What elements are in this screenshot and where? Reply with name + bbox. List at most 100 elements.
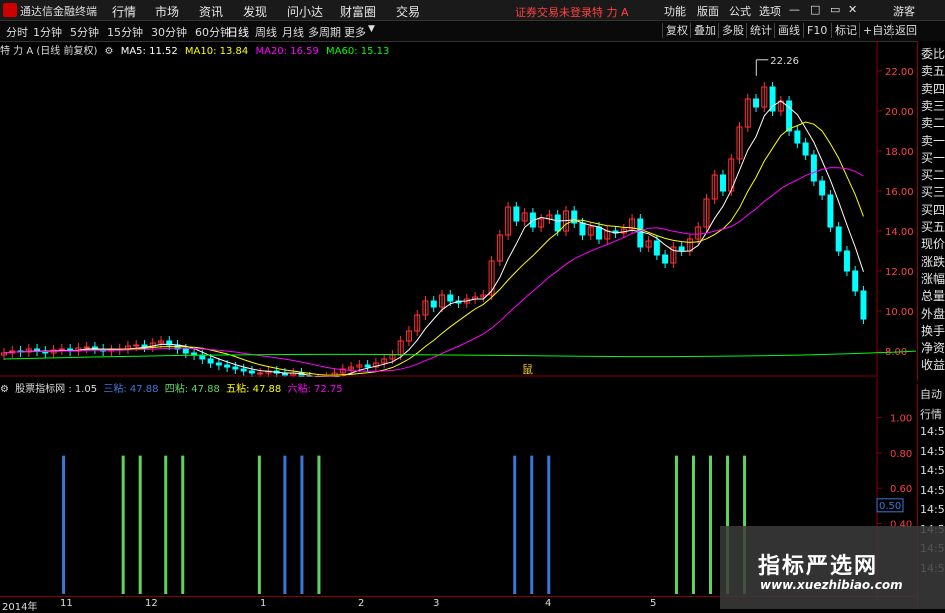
candle-body xyxy=(224,364,231,368)
menu-news[interactable]: 资讯 xyxy=(199,3,223,20)
watermark-title: 指标严选网 xyxy=(758,554,879,579)
candle-body xyxy=(430,300,437,308)
x-label: 5 xyxy=(650,598,657,609)
indicator-s6-label: 六粘: 72.75 xyxy=(287,384,343,395)
ma10-line xyxy=(3,121,864,376)
indicator-tick-label: 0.80 xyxy=(890,449,912,460)
menu-market-quotes[interactable]: 行情 xyxy=(112,3,136,20)
period-daily[interactable]: 日线 xyxy=(227,24,249,40)
menu-layout[interactable]: 版面 xyxy=(697,3,719,19)
candle-body xyxy=(232,366,239,370)
menu-trade[interactable]: 交易 xyxy=(396,3,420,20)
value-cursor-label: 0.50 xyxy=(879,501,901,512)
period-15min[interactable]: 15分钟 xyxy=(107,24,143,40)
candle-body xyxy=(257,372,264,375)
candle-body xyxy=(794,130,801,144)
ma10-label: MA10: 13.84 xyxy=(184,46,249,57)
signal-bar xyxy=(62,455,66,594)
stock-info-label: 特 力 A (日线 前复权) xyxy=(0,46,98,57)
candle-body xyxy=(653,240,660,256)
menu-discover[interactable]: 发现 xyxy=(243,3,267,20)
quote-field-label: 现价 xyxy=(921,237,945,252)
menu-function[interactable]: 功能 xyxy=(664,3,686,19)
toolbar-back[interactable]: 返回 xyxy=(891,23,920,38)
candle-body xyxy=(835,226,842,252)
candle-body xyxy=(810,154,817,182)
period-more[interactable]: 更多 xyxy=(344,24,366,40)
price-tick-label: 14.00 xyxy=(885,227,914,238)
signal-bar xyxy=(547,455,551,594)
minimize-icon[interactable]: — xyxy=(789,3,800,16)
toolbar-f10[interactable]: F10 xyxy=(803,23,830,38)
quote-field-label: 收益 xyxy=(921,358,945,373)
candle-body xyxy=(215,362,222,366)
candle-body xyxy=(83,346,90,349)
x-label: 12 xyxy=(145,598,158,609)
maximize-icon[interactable]: ▭ xyxy=(830,3,840,16)
indicator-tick-label: 1.00 xyxy=(890,414,912,425)
indicator-tick-label: 0.60 xyxy=(890,484,912,495)
candle-body xyxy=(662,254,669,264)
period-multi[interactable]: 多周期 xyxy=(308,24,341,40)
tick-field-label: 14:50 xyxy=(920,425,945,438)
period-weekly[interactable]: 周线 xyxy=(255,24,277,40)
menu-wealth[interactable]: 财富圈 xyxy=(340,3,376,20)
period-1min[interactable]: 1分钟 xyxy=(33,24,62,40)
candle-body xyxy=(678,246,685,252)
quote-field-label: 总量 xyxy=(921,289,945,304)
menu-options[interactable]: 选项 xyxy=(759,3,781,19)
app-title: 通达信金融终端 xyxy=(20,5,97,18)
guest-button[interactable]: 游客 xyxy=(893,3,915,19)
candle-body xyxy=(852,270,859,292)
price-tick-label: 20.00 xyxy=(885,107,914,118)
toolbar-restore-rights[interactable]: 复权 xyxy=(662,23,691,38)
candle-body xyxy=(58,348,65,351)
toolbar-multi-stock[interactable]: 多股 xyxy=(718,23,747,38)
signal-bar xyxy=(513,455,517,594)
toolbar-draw[interactable]: 画线 xyxy=(774,23,803,38)
more-dropdown-icon[interactable]: ▼ xyxy=(368,24,375,34)
signal-bar xyxy=(164,455,168,594)
ma60-line xyxy=(3,350,916,360)
candle-body xyxy=(827,194,834,228)
price-chart[interactable]: 22.0020.0018.0016.0014.0012.0010.008.002… xyxy=(0,41,916,377)
quote-field-label: 净资 xyxy=(921,341,945,356)
settings-icon[interactable]: ⚙ xyxy=(105,46,114,57)
candle-body xyxy=(819,180,826,196)
signal-bar xyxy=(257,455,261,594)
login-warning[interactable]: 证券交易未登录 xyxy=(515,4,592,20)
quote-side-panel: 委比 卖五 卖四 卖三 卖二 卖一 买一 买二 买三 买四 买五 现价 涨跌 涨幅 总量 外盘 换手 净资 收益 xyxy=(917,41,945,381)
price-tick-label: 12.00 xyxy=(885,267,914,278)
x-label: 2 xyxy=(358,598,365,609)
toolbar-overlay[interactable]: 叠加 xyxy=(690,23,719,38)
toolbar-mark[interactable]: 标记 xyxy=(831,23,860,38)
period-toolbar: 分时 1分钟 5分钟 15分钟 30分钟 60分钟 日线 周线 月线 多周期 更… xyxy=(0,21,945,42)
signal-bar xyxy=(709,455,713,594)
quote-field-label: 买三 xyxy=(921,185,945,200)
period-monthly[interactable]: 月线 xyxy=(282,24,304,40)
menu-ask[interactable]: 问小达 xyxy=(287,3,323,20)
candle-body xyxy=(719,174,726,192)
menu-market[interactable]: 市场 xyxy=(155,3,179,20)
toolbar-stats[interactable]: 统计 xyxy=(746,23,775,38)
quote-field-label: 换手 xyxy=(921,323,945,338)
candle-body xyxy=(554,214,561,232)
signal-bar xyxy=(181,455,185,594)
tick-field-label: 行情 xyxy=(920,407,942,421)
period-5min[interactable]: 5分钟 xyxy=(70,24,99,40)
close-icon[interactable]: ✕ xyxy=(848,3,857,16)
candle-body xyxy=(513,206,520,222)
tick-field-label: 14:50 xyxy=(920,483,945,497)
period-60min[interactable]: 60分钟 xyxy=(195,24,231,40)
quote-field-label: 卖二 xyxy=(921,116,945,131)
menu-formula[interactable]: 公式 xyxy=(729,3,751,19)
indicator-settings-icon[interactable]: ⚙ xyxy=(0,384,9,395)
event-marker: 鼠 xyxy=(522,362,533,376)
menu-bar: 通达信金融终端 行情 市场 资讯 发现 问小达 财富圈 交易 证券交易未登录 特… xyxy=(0,0,945,21)
stock-name-title: 特 力 A xyxy=(592,6,629,19)
ma60-label: MA60: 15.13 xyxy=(326,46,390,57)
period-intraday[interactable]: 分时 xyxy=(6,24,28,40)
candle-body xyxy=(364,364,371,368)
period-30min[interactable]: 30分钟 xyxy=(151,24,187,40)
restore-icon[interactable]: □ xyxy=(810,3,820,16)
